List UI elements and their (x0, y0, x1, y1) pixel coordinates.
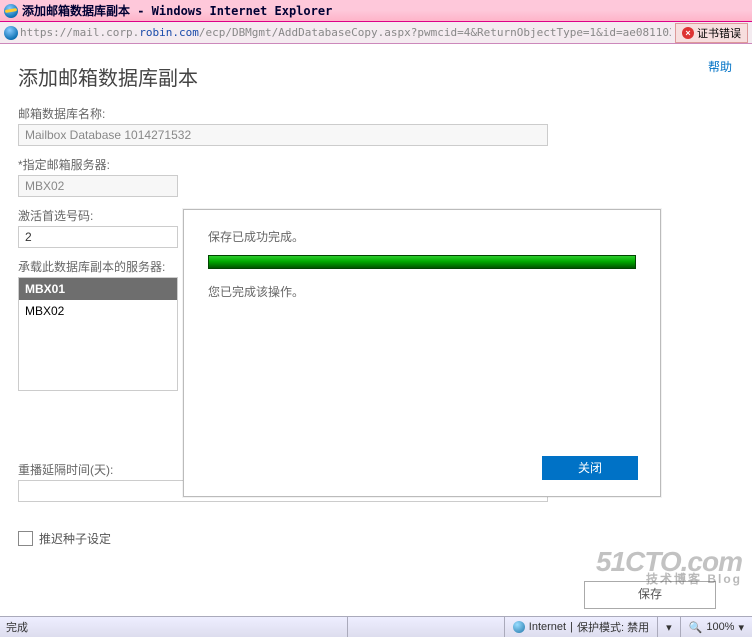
close-button[interactable]: 关闭 (542, 456, 638, 480)
error-icon: × (682, 27, 694, 39)
dialog-message: 保存已成功完成。 (208, 228, 636, 245)
url-display[interactable]: https://mail.corp.robin.com/ecp/DBMgmt/A… (20, 26, 671, 39)
globe-icon (513, 621, 525, 633)
activation-input[interactable]: 2 (18, 226, 178, 248)
status-seg-empty (347, 617, 504, 637)
defer-seed-row[interactable]: 推迟种子设定 (18, 530, 734, 547)
list-item[interactable]: MBX01 (19, 278, 177, 300)
window-titlebar: 添加邮箱数据库副本 - Windows Internet Explorer (0, 0, 752, 22)
url-path: /ecp/DBMgmt/AddDatabaseCopy.aspx?pwmcid=… (199, 26, 671, 39)
address-bar: https://mail.corp.robin.com/ecp/DBMgmt/A… (0, 22, 752, 44)
cert-error-badge[interactable]: × 证书错误 (675, 23, 748, 43)
protect-mode-text: 保护模式: 禁用 (577, 619, 649, 635)
list-empty-space (19, 322, 177, 390)
zone-text: Internet (529, 621, 566, 633)
zoom-control[interactable]: 🔍 100% ▾ (680, 617, 752, 637)
magnifier-icon: 🔍 (689, 621, 703, 634)
server-input[interactable]: MBX02 (18, 175, 178, 197)
url-prefix: https://mail.corp. (20, 26, 139, 39)
defer-seed-label: 推迟种子设定 (39, 530, 111, 547)
checkbox-icon[interactable] (18, 531, 33, 546)
server-label: *指定邮箱服务器: (18, 156, 734, 173)
db-name-input: Mailbox Database 1014271532 (18, 124, 548, 146)
window-title: 添加邮箱数据库副本 - Windows Internet Explorer (22, 2, 332, 19)
help-link[interactable]: 帮助 (708, 58, 732, 75)
db-name-label: 邮箱数据库名称: (18, 105, 734, 122)
page-icon (4, 26, 18, 40)
status-extra[interactable]: ▾ (657, 617, 680, 637)
watermark-main: 51CTO.com (596, 546, 742, 577)
result-dialog: 保存已成功完成。 您已完成该操作。 关闭 (183, 209, 661, 497)
status-text: 完成 (0, 619, 347, 635)
url-host: robin.com (139, 26, 199, 39)
save-button[interactable]: 保存 (584, 581, 716, 609)
status-caret: ▾ (666, 621, 672, 634)
zone-sep: | (570, 621, 573, 633)
ie-icon (4, 4, 18, 18)
page-title: 添加邮箱数据库副本 (18, 62, 752, 91)
zoom-text: 100% (706, 621, 734, 633)
server-list[interactable]: MBX01 MBX02 (18, 277, 178, 391)
list-item[interactable]: MBX02 (19, 300, 177, 322)
status-zone[interactable]: Internet | 保护模式: 禁用 (504, 617, 657, 637)
zoom-caret: ▾ (738, 621, 744, 634)
status-bar: 完成 Internet | 保护模式: 禁用 ▾ 🔍 100% ▾ (0, 616, 752, 637)
watermark: 51CTO.com 技术博客 Blog (596, 549, 742, 585)
cert-error-text: 证书错误 (697, 25, 741, 41)
page-content: 帮助 添加邮箱数据库副本 邮箱数据库名称: Mailbox Database 1… (0, 44, 752, 617)
dialog-subtext: 您已完成该操作。 (208, 283, 636, 300)
progress-bar (208, 255, 636, 269)
